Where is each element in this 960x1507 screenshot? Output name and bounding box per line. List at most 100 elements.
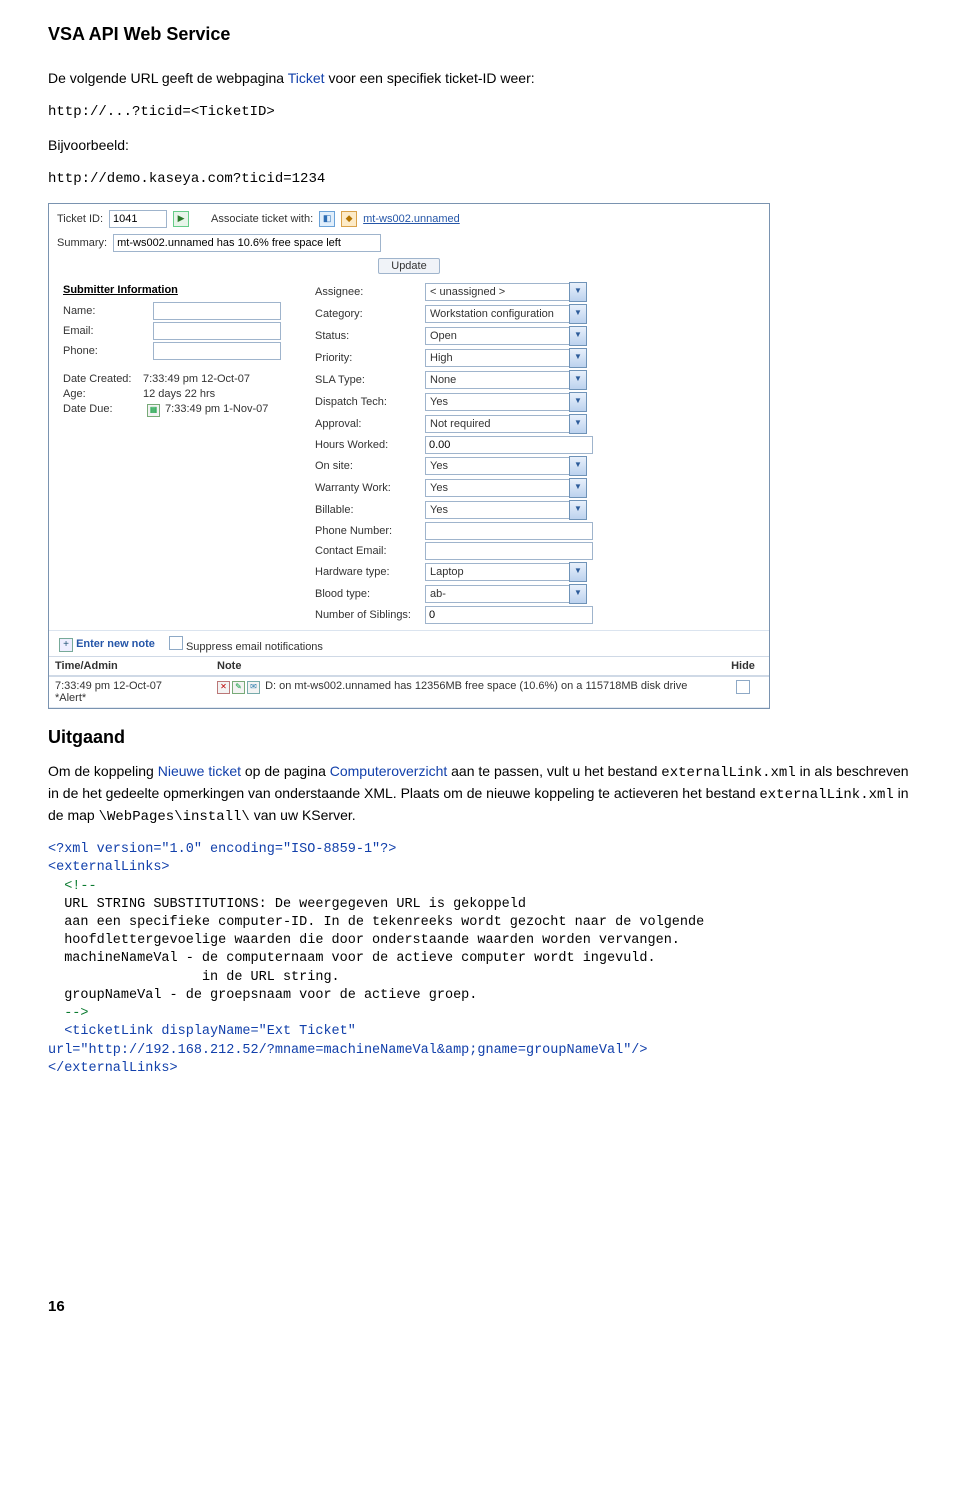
name-input[interactable]	[153, 302, 281, 320]
xml-code-block: <?xml version="1.0" encoding="ISO-8859-1…	[48, 841, 912, 1078]
text: op de pagina	[241, 763, 330, 779]
status-label: Status:	[315, 330, 425, 342]
page-number: 16	[48, 1298, 912, 1315]
text: voor een specifiek ticket-ID weer:	[325, 70, 535, 86]
approval-label: Approval:	[315, 418, 425, 430]
page-title: VSA API Web Service	[48, 24, 912, 45]
code-inline: \WebPages\install\	[99, 809, 250, 825]
siblings-label: Number of Siblings:	[315, 609, 425, 621]
machine-icon[interactable]: ◧	[319, 211, 335, 227]
col-note: Note	[211, 657, 717, 677]
chevron-down-icon[interactable]: ▼	[569, 562, 587, 582]
chevron-down-icon[interactable]: ▼	[569, 392, 587, 412]
billable-select[interactable]: Yes▼	[425, 500, 587, 520]
go-icon[interactable]: ▶	[173, 211, 189, 227]
priority-select[interactable]: High▼	[425, 348, 587, 368]
expand-icon[interactable]: +	[59, 638, 73, 652]
hours-input[interactable]	[425, 436, 593, 454]
hardware-select[interactable]: Laptop▼	[425, 562, 587, 582]
billable-label: Billable:	[315, 504, 425, 516]
note-time: 7:33:49 pm 12-Oct-07	[55, 680, 205, 692]
hours-label: Hours Worked:	[315, 439, 425, 451]
text: van uw KServer.	[250, 807, 356, 823]
intro-paragraph: De volgende URL geeft de webpagina Ticke…	[48, 69, 912, 89]
chevron-down-icon[interactable]: ▼	[569, 500, 587, 520]
email-label: Email:	[63, 325, 153, 337]
date-due-label: Date Due:	[63, 403, 143, 415]
email-input[interactable]	[153, 322, 281, 340]
note-admin: *Alert*	[55, 692, 205, 704]
phonenum-label: Phone Number:	[315, 525, 425, 537]
siblings-input[interactable]	[425, 606, 593, 624]
blood-label: Blood type:	[315, 588, 425, 600]
approval-select[interactable]: Not required▼	[425, 414, 587, 434]
code-inline: externalLink.xml	[661, 765, 795, 781]
sla-label: SLA Type:	[315, 374, 425, 386]
submitter-heading: Submitter Information	[63, 284, 303, 296]
summary-label: Summary:	[57, 237, 107, 249]
mail-icon[interactable]: ✉	[247, 681, 260, 694]
nieuwe-ticket-link: Nieuwe ticket	[158, 763, 241, 779]
chevron-down-icon[interactable]: ▼	[569, 370, 587, 390]
note-text: D: on mt-ws002.unnamed has 12356MB free …	[265, 680, 687, 692]
contactemail-input[interactable]	[425, 542, 593, 560]
table-row: 7:33:49 pm 12-Oct-07 *Alert* ✕✎✉ D: on m…	[49, 676, 769, 708]
text: De volgende URL geeft de webpagina	[48, 70, 288, 86]
update-button[interactable]: Update	[378, 258, 439, 274]
chevron-down-icon[interactable]: ▼	[569, 478, 587, 498]
phonenum-input[interactable]	[425, 522, 593, 540]
ticket-link-text: Ticket	[288, 70, 325, 86]
sla-select[interactable]: None▼	[425, 370, 587, 390]
date-due-value: 7:33:49 pm 1-Nov-07	[165, 403, 268, 415]
delete-icon[interactable]: ✕	[217, 681, 230, 694]
age-label: Age:	[63, 388, 143, 400]
chevron-down-icon[interactable]: ▼	[569, 304, 587, 324]
assignee-select[interactable]: < unassigned >▼	[425, 282, 587, 302]
agent-icon[interactable]: ◆	[341, 211, 357, 227]
code-inline: externalLink.xml	[759, 787, 893, 803]
onsite-select[interactable]: Yes▼	[425, 456, 587, 476]
ticket-form-screenshot: Ticket ID: ▶ Associate ticket with: ◧ ◆ …	[48, 203, 770, 709]
category-label: Category:	[315, 308, 425, 320]
assignee-label: Assignee:	[315, 286, 425, 298]
phone-label: Phone:	[63, 345, 153, 357]
chevron-down-icon[interactable]: ▼	[569, 414, 587, 434]
status-select[interactable]: Open▼	[425, 326, 587, 346]
hardware-label: Hardware type:	[315, 566, 425, 578]
text: Om de koppeling	[48, 763, 158, 779]
contactemail-label: Contact Email:	[315, 545, 425, 557]
suppress-label: Suppress email notifications	[186, 641, 323, 653]
text: aan te passen, vult u het bestand	[447, 763, 661, 779]
ticket-id-label: Ticket ID:	[57, 213, 103, 225]
category-select[interactable]: Workstation configuration▼	[425, 304, 587, 324]
enter-new-note[interactable]: Enter new note	[76, 638, 155, 650]
chevron-down-icon[interactable]: ▼	[569, 456, 587, 476]
col-hide: Hide	[717, 657, 769, 677]
chevron-down-icon[interactable]: ▼	[569, 348, 587, 368]
notes-table: Time/Admin Note Hide 7:33:49 pm 12-Oct-0…	[49, 656, 769, 708]
uitgaand-paragraph: Om de koppeling Nieuwe ticket op de pagi…	[48, 762, 912, 827]
col-time-admin: Time/Admin	[49, 657, 211, 677]
hide-checkbox[interactable]	[736, 680, 750, 694]
dispatch-label: Dispatch Tech:	[315, 396, 425, 408]
name-label: Name:	[63, 305, 153, 317]
chevron-down-icon[interactable]: ▼	[569, 326, 587, 346]
date-created-value: 7:33:49 pm 12-Oct-07	[143, 373, 250, 385]
dispatch-select[interactable]: Yes▼	[425, 392, 587, 412]
summary-input[interactable]	[113, 234, 381, 252]
warranty-label: Warranty Work:	[315, 482, 425, 494]
associated-machine-link[interactable]: mt-ws002.unnamed	[363, 213, 460, 225]
chevron-down-icon[interactable]: ▼	[569, 282, 587, 302]
cal-icon[interactable]: ▦	[147, 404, 160, 417]
computeroverzicht-link: Computeroverzicht	[330, 763, 448, 779]
blood-select[interactable]: ab-▼	[425, 584, 587, 604]
url-template: http://...?ticid=<TicketID>	[48, 103, 912, 123]
age-value: 12 days 22 hrs	[143, 388, 215, 400]
associate-label: Associate ticket with:	[211, 213, 313, 225]
chevron-down-icon[interactable]: ▼	[569, 584, 587, 604]
suppress-checkbox[interactable]	[169, 636, 183, 650]
warranty-select[interactable]: Yes▼	[425, 478, 587, 498]
edit-icon[interactable]: ✎	[232, 681, 245, 694]
ticket-id-input[interactable]	[109, 210, 167, 228]
phone-input[interactable]	[153, 342, 281, 360]
